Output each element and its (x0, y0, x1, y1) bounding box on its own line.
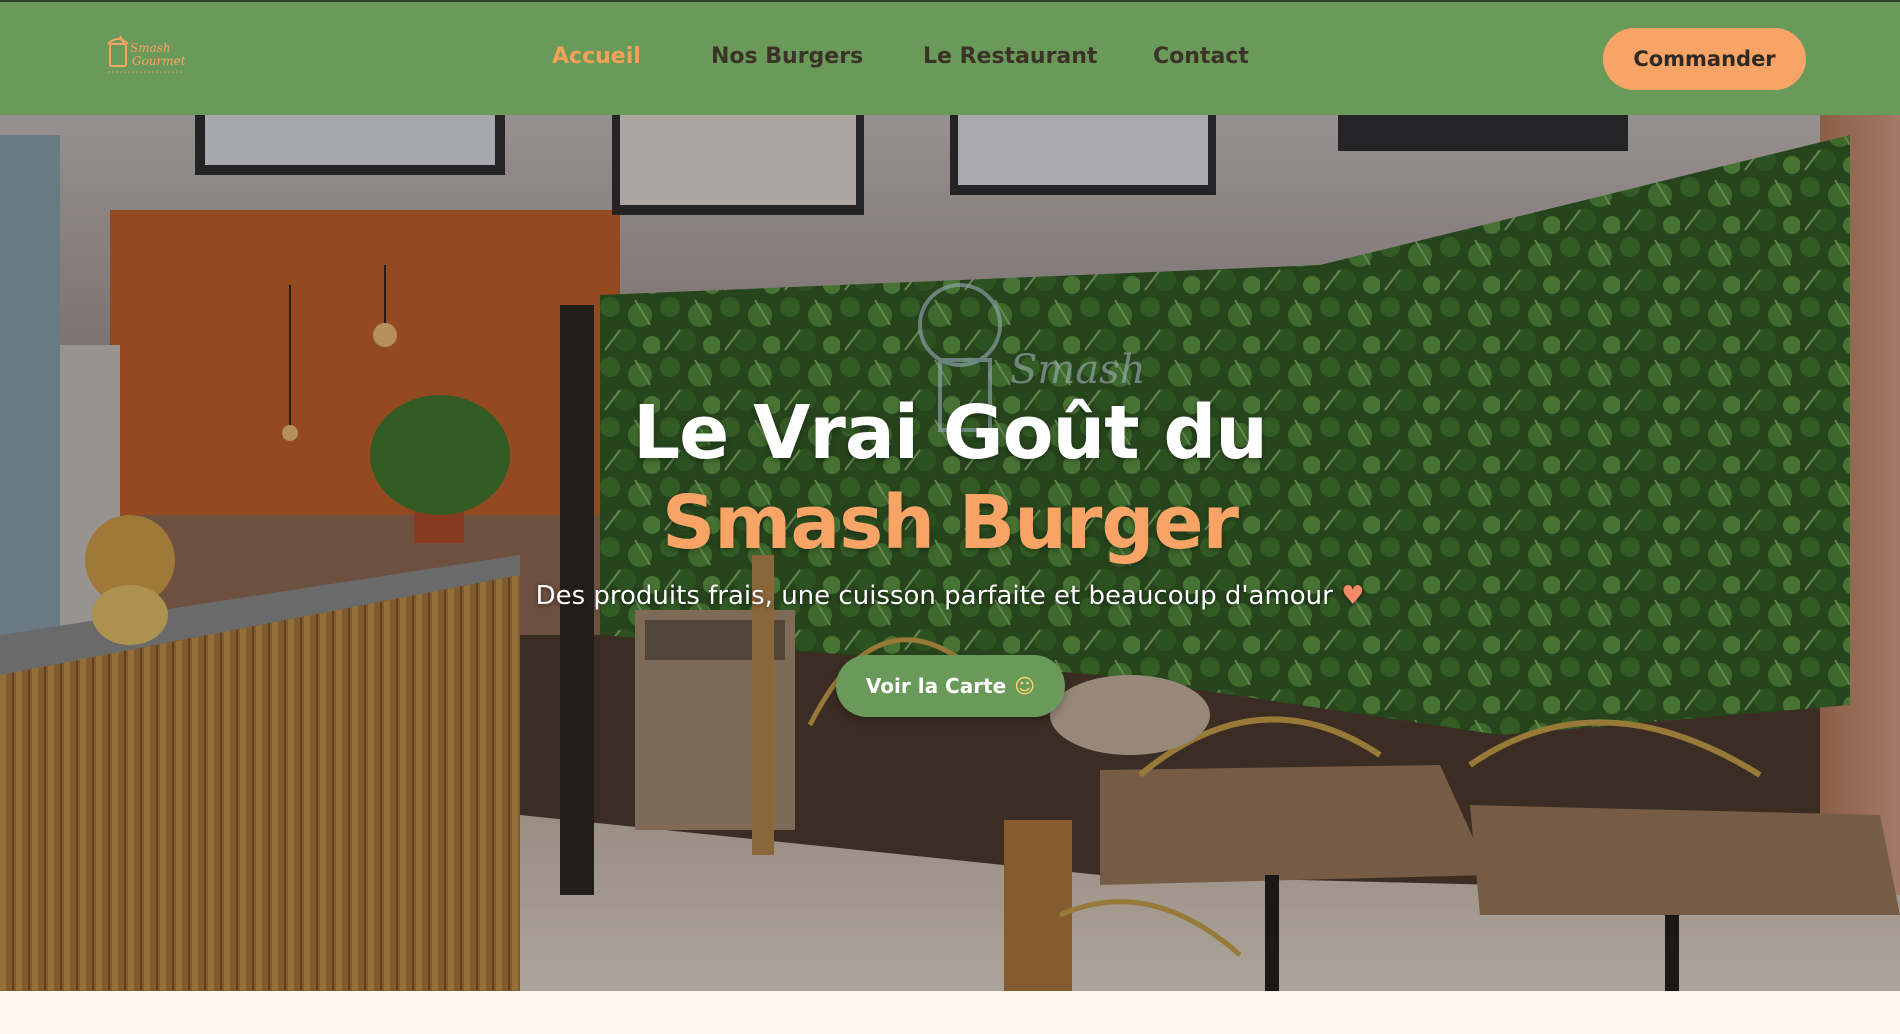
nav-accueil[interactable]: Accueil (552, 44, 641, 69)
hero-section: Smash Le Vrai Goût du Smash Burger Des p… (0, 115, 1900, 991)
svg-text:Smash: Smash (130, 41, 171, 55)
next-section-strip (0, 991, 1900, 1034)
navbar: Smash Gourmet Accueil Nos Burgers Le Res… (0, 2, 1900, 115)
hero-subtitle: Des produits frais, une cuisson parfaite… (0, 581, 1900, 611)
voir-la-carte-label: Voir la Carte (865, 674, 1007, 698)
burger-cup-logo-icon: Smash Gourmet (107, 35, 186, 73)
nav-le-restaurant[interactable]: Le Restaurant (923, 44, 1097, 69)
logo[interactable]: Smash Gourmet (104, 34, 190, 78)
nav-contact[interactable]: Contact (1153, 44, 1249, 69)
hero-subtitle-text: Des produits frais, une cuisson parfaite… (535, 581, 1333, 611)
heart-icon: ♥ (1341, 581, 1365, 611)
voir-la-carte-button[interactable]: Voir la Carte ☺ (836, 655, 1065, 717)
hero-title-line2: Smash Burger (661, 480, 1239, 566)
commander-button[interactable]: Commander (1603, 28, 1806, 90)
nav-nos-burgers[interactable]: Nos Burgers (711, 44, 863, 69)
svg-text:Gourmet: Gourmet (132, 54, 186, 68)
hero-title-line1: Le Vrai Goût du (633, 390, 1268, 476)
smile-emoji-icon: ☺ (1014, 674, 1036, 698)
